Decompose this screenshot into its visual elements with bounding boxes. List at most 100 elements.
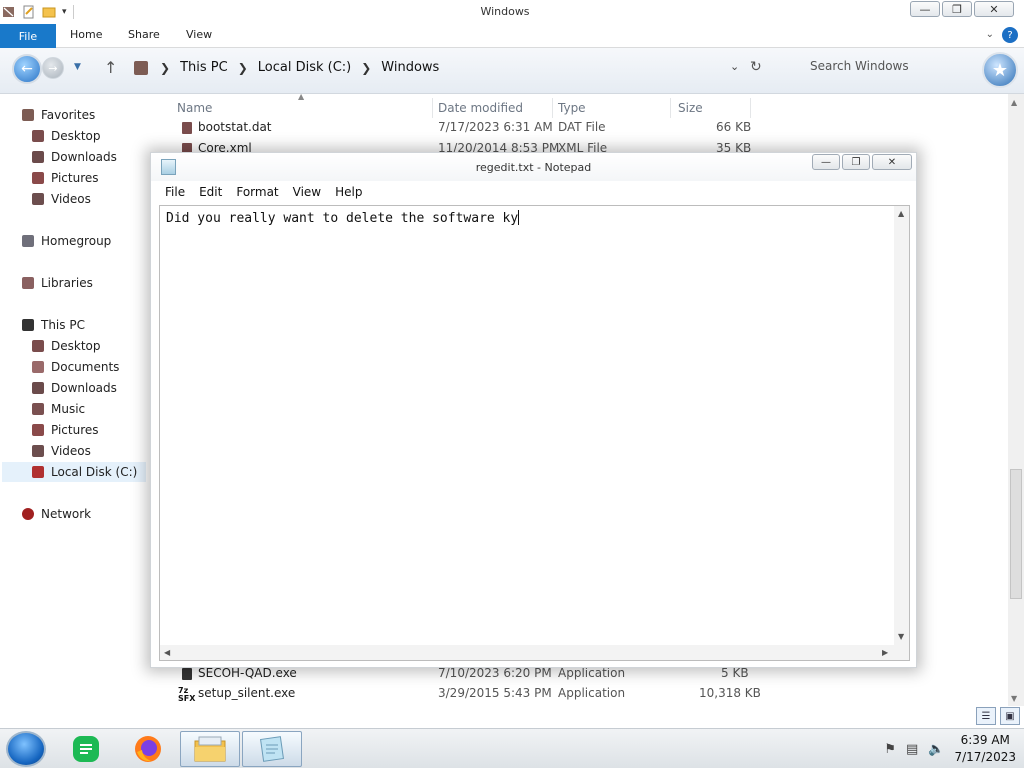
refresh-icon[interactable]: ↻ xyxy=(750,59,762,75)
chevron-right-icon[interactable]: ❯ xyxy=(160,61,170,75)
breadcrumb-windows[interactable]: Windows xyxy=(381,60,439,75)
notepad-content[interactable]: Did you really want to delete the softwa… xyxy=(166,210,520,226)
nav-network[interactable]: Network xyxy=(22,505,91,523)
search-input[interactable]: Search Windows xyxy=(770,56,970,78)
table-row[interactable]: SECOH-QAD.exe 7/10/2023 6:20 PM Applicat… xyxy=(170,666,1010,684)
recent-locations-icon[interactable]: ▼ xyxy=(74,62,81,72)
size-grip[interactable] xyxy=(894,645,909,660)
minimize-button[interactable]: — xyxy=(910,1,940,17)
scroll-down-icon[interactable]: ▼ xyxy=(898,632,904,641)
chevron-right-icon[interactable]: ❯ xyxy=(361,61,371,75)
details-view-icon[interactable]: ☰ xyxy=(976,707,996,725)
tab-file[interactable]: File xyxy=(0,24,56,48)
nav-pc-local-disk[interactable]: Local Disk (C:) xyxy=(2,462,146,482)
nav-pc-downloads[interactable]: Downloads xyxy=(32,379,117,397)
minimize-button[interactable]: — xyxy=(812,154,840,170)
forward-button[interactable]: → xyxy=(42,57,64,79)
scroll-right-icon[interactable]: ▶ xyxy=(882,648,888,657)
table-row[interactable]: 7z SFX setup_silent.exe 3/29/2015 5:43 PM… xyxy=(170,686,1010,704)
column-divider[interactable] xyxy=(432,98,433,118)
file-date: 3/29/2015 5:43 PM xyxy=(438,686,552,700)
explorer-vertical-scrollbar[interactable]: ▲ ▼ xyxy=(1008,94,1024,706)
column-divider[interactable] xyxy=(670,98,671,118)
scroll-up-icon[interactable]: ▲ xyxy=(898,209,904,218)
folder-icon xyxy=(194,736,226,762)
close-button[interactable]: ✕ xyxy=(872,154,912,170)
nav-pc-desktop[interactable]: Desktop xyxy=(32,337,101,355)
menu-view[interactable]: View xyxy=(293,185,321,199)
chevron-right-icon[interactable]: ❯ xyxy=(238,61,248,75)
network-icon xyxy=(22,508,34,520)
nav-fav-downloads[interactable]: Downloads xyxy=(32,148,117,166)
notepad-titlebar[interactable]: regedit.txt - Notepad — ❐ ✕ xyxy=(151,153,916,181)
scroll-left-icon[interactable]: ◀ xyxy=(164,648,170,657)
taskbar-notes-app[interactable] xyxy=(56,731,116,767)
menu-file[interactable]: File xyxy=(165,185,185,199)
file-size: 10,318 KB xyxy=(699,686,761,700)
action-center-flag-icon[interactable]: ⚑ xyxy=(884,742,896,757)
notepad-horizontal-scrollbar[interactable]: ◀ ▶ xyxy=(160,645,895,660)
nav-pc-documents[interactable]: Documents xyxy=(32,358,119,376)
restore-button[interactable]: ❐ xyxy=(842,154,870,170)
file-name: setup_silent.exe xyxy=(198,686,296,700)
nav-pc-videos[interactable]: Videos xyxy=(32,442,91,460)
ribbon-expand-icon[interactable]: ⌄ xyxy=(986,29,994,40)
nav-label: Local Disk (C:) xyxy=(51,465,138,479)
address-dropdown-icon[interactable]: ⌄ xyxy=(730,60,739,73)
scrollbar-thumb[interactable] xyxy=(1010,469,1022,599)
nav-pc-music[interactable]: Music xyxy=(32,400,85,418)
clock-date: 7/17/2023 xyxy=(954,750,1016,764)
notepad-title: regedit.txt - Notepad xyxy=(475,161,592,174)
breadcrumb-local-disk[interactable]: Local Disk (C:) xyxy=(258,60,351,75)
file-type: Application xyxy=(558,686,626,700)
help-button[interactable]: ? xyxy=(1002,27,1018,43)
menu-help[interactable]: Help xyxy=(335,185,362,199)
taskbar-file-explorer[interactable] xyxy=(180,731,240,767)
breadcrumb-this-pc[interactable]: This PC xyxy=(180,60,228,75)
nav-fav-desktop[interactable]: Desktop xyxy=(32,127,101,145)
user-account-icon[interactable]: ★ xyxy=(982,52,1018,88)
tab-view[interactable]: View xyxy=(186,28,212,41)
column-divider[interactable] xyxy=(552,98,553,118)
volume-icon[interactable]: 🔈 xyxy=(928,742,944,757)
menu-edit[interactable]: Edit xyxy=(199,185,222,199)
nav-label: Music xyxy=(51,402,86,416)
taskbar-firefox[interactable] xyxy=(118,731,178,767)
nav-this-pc[interactable]: This PC xyxy=(22,316,85,334)
scroll-down-icon[interactable]: ▼ xyxy=(1011,694,1017,703)
column-divider[interactable] xyxy=(750,98,751,118)
explorer-title: Windows xyxy=(480,5,530,18)
exe-icon xyxy=(182,668,192,680)
tab-share[interactable]: Share xyxy=(128,28,160,41)
clock[interactable]: 6:39 AM 7/17/2023 xyxy=(954,732,1016,766)
nav-fav-pictures[interactable]: Pictures xyxy=(32,169,99,187)
menu-format[interactable]: Format xyxy=(236,185,278,199)
notepad-vertical-scrollbar[interactable]: ▲ ▼ xyxy=(894,206,909,646)
network-status-icon[interactable]: ▤ xyxy=(906,742,918,757)
notepad-text-area[interactable]: Did you really want to delete the softwa… xyxy=(159,205,910,661)
desktop-icon xyxy=(32,130,44,142)
table-row[interactable]: bootstat.dat 7/17/2023 6:31 AM DAT File … xyxy=(170,120,1010,138)
scroll-up-icon[interactable]: ▲ xyxy=(1011,98,1017,107)
start-button[interactable] xyxy=(6,731,46,767)
tab-home[interactable]: Home xyxy=(70,28,102,41)
nav-homegroup[interactable]: Homegroup xyxy=(22,232,111,250)
column-header-size[interactable]: Size xyxy=(678,101,703,115)
nav-favorites[interactable]: Favorites xyxy=(22,106,95,124)
up-arrow-icon[interactable]: ↑ xyxy=(104,58,117,77)
nav-label: Homegroup xyxy=(41,234,112,248)
nav-fav-videos[interactable]: Videos xyxy=(32,190,91,208)
column-header-type[interactable]: Type xyxy=(558,101,586,115)
homegroup-icon xyxy=(22,235,34,247)
nav-label: Pictures xyxy=(51,171,99,185)
nav-pc-pictures[interactable]: Pictures xyxy=(32,421,99,439)
large-icons-view-icon[interactable]: ▣ xyxy=(1000,707,1020,725)
taskbar-notepad[interactable] xyxy=(242,731,302,767)
column-header-name[interactable]: Name xyxy=(177,101,212,115)
close-button[interactable]: ✕ xyxy=(974,1,1014,17)
back-button[interactable]: ← xyxy=(12,54,42,84)
nav-libraries[interactable]: Libraries xyxy=(22,274,93,292)
column-header-date[interactable]: Date modified xyxy=(438,101,523,115)
nav-label: Network xyxy=(41,507,92,521)
restore-button[interactable]: ❐ xyxy=(942,1,972,17)
